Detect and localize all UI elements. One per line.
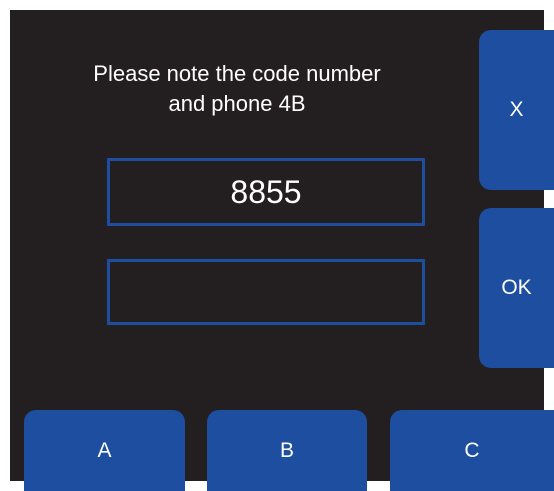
b-button-label: B bbox=[279, 438, 294, 462]
ok-button-label: OK bbox=[501, 276, 532, 299]
ok-button[interactable]: OK bbox=[479, 208, 554, 368]
code-entry-field[interactable] bbox=[107, 259, 425, 325]
code-display: 8855 bbox=[107, 158, 425, 226]
a-button[interactable]: A bbox=[24, 410, 185, 491]
cancel-button[interactable]: X bbox=[479, 30, 554, 190]
c-button[interactable]: C bbox=[390, 410, 554, 491]
c-button-label: C bbox=[464, 438, 480, 462]
b-button[interactable]: B bbox=[207, 410, 367, 491]
instruction-line-2: and phone 4B bbox=[168, 91, 306, 116]
cancel-button-label: X bbox=[509, 98, 524, 121]
instruction-message: Please note the code number and phone 4B bbox=[62, 59, 412, 119]
instruction-line-1: Please note the code number bbox=[93, 61, 381, 86]
a-button-label: A bbox=[97, 438, 112, 462]
